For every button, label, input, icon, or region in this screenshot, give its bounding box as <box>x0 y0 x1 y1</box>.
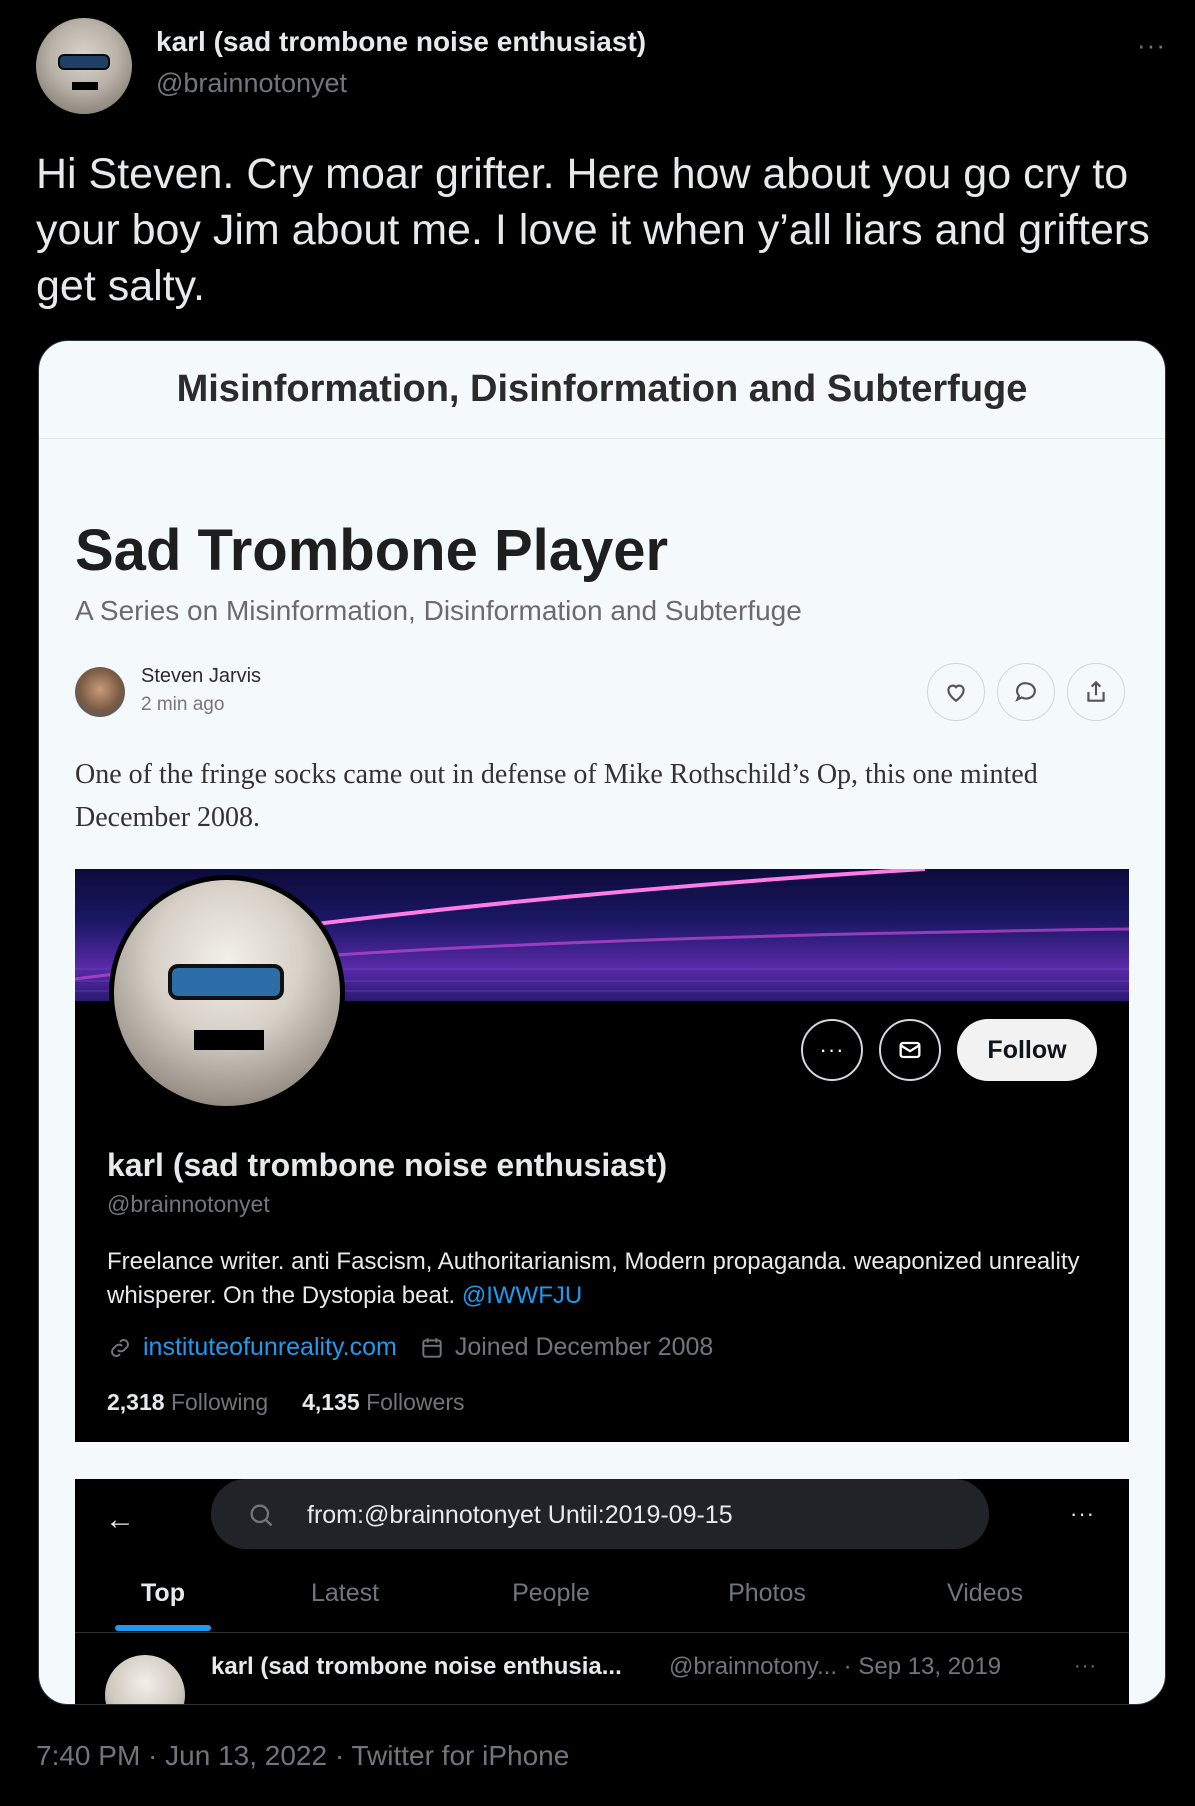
avatar-censor-bar <box>72 82 98 90</box>
publication-title: Misinformation, Disinformation and Subte… <box>176 368 1028 410</box>
search-query: from:@brainnotonyet Until:2019-09-15 <box>307 1501 733 1529</box>
article-title: Sad Trombone Player <box>75 518 669 583</box>
avatar-glasses <box>58 54 110 70</box>
following-label: Following <box>170 1389 269 1415</box>
tab-photos: Photos <box>728 1579 806 1607</box>
search-tabs: Top Latest People Photos Videos <box>75 1569 1129 1633</box>
article-author-avatar <box>75 667 125 717</box>
search-result-row: karl (sad trombone noise enthusia... @br… <box>75 1643 1129 1704</box>
followers-stat: 4,135 Followers <box>302 1389 464 1416</box>
message-icon <box>879 1019 941 1081</box>
author-display-name[interactable]: karl (sad trombone noise enthusiast) <box>156 26 646 58</box>
tweet-text: Hi Steven. Cry moar grifter. Here how ab… <box>36 150 1150 310</box>
link-icon <box>111 1338 129 1357</box>
profile-name: karl (sad trombone noise enthusiast) <box>107 1147 668 1183</box>
author-handle[interactable]: @brainnotonyet <box>156 68 347 99</box>
share-icon <box>1067 663 1125 721</box>
profile-joined: Joined December 2008 <box>454 1333 714 1361</box>
following-stat: 2,318 Following <box>107 1389 268 1416</box>
tweet-header: karl (sad trombone noise enthusiast) @br… <box>36 18 1166 118</box>
article-actions <box>927 663 1125 721</box>
followers-count: 4,135 <box>302 1389 360 1415</box>
article-author-name: Steven Jarvis <box>141 665 262 687</box>
profile-meta: instituteofunreality.com Joined December… <box>107 1333 713 1362</box>
tab-latest: Latest <box>310 1579 380 1607</box>
result-meta: @brainnotony... · Sep 13, 2019 <box>669 1653 1002 1680</box>
search-icon <box>250 1504 273 1527</box>
profile-bio-mention: @IWWFJU <box>461 1282 583 1309</box>
profile-website: instituteofunreality.com <box>143 1333 397 1361</box>
article-subtitle: A Series on Misinformation, Disinformati… <box>75 595 802 626</box>
profile-avatar-glasses <box>168 964 284 1000</box>
publication-header: Misinformation, Disinformation and Subte… <box>39 341 1165 439</box>
profile-stats: 2,318 Following 4,135 Followers <box>107 1389 464 1416</box>
comment-icon <box>997 663 1055 721</box>
following-count: 2,318 <box>107 1389 165 1415</box>
followers-label: Followers <box>366 1389 465 1415</box>
like-icon <box>927 663 985 721</box>
tab-videos: Videos <box>947 1579 1023 1607</box>
tab-people: People <box>512 1579 590 1607</box>
profile-bio: Freelance writer. anti Fascism, Authorit… <box>107 1245 1097 1313</box>
calendar-icon <box>422 1337 442 1358</box>
embedded-search-screenshot: ← from:@brainnotonyet Until:2019-09-15 ·… <box>75 1479 1129 1704</box>
result-name: karl (sad trombone noise enthusia... <box>211 1653 622 1680</box>
article-time: 2 min ago <box>141 694 225 715</box>
more-options-icon[interactable]: ··· <box>1137 30 1166 61</box>
result-avatar <box>105 1655 185 1704</box>
active-tab-indicator <box>115 1625 211 1631</box>
article-body: One of the fringe socks came out in defe… <box>75 759 1038 833</box>
result-more-icon: ··· <box>1074 1655 1097 1677</box>
profile-avatar <box>109 875 345 1111</box>
profile-more-icon: ··· <box>801 1019 863 1081</box>
search-more-icon: ··· <box>1070 1501 1095 1526</box>
search-box: from:@brainnotonyet Until:2019-09-15 <box>211 1479 989 1549</box>
tweet-timestamp[interactable]: 7:40 PM · Jun 13, 2022 · Twitter for iPh… <box>36 1740 569 1772</box>
author-avatar[interactable] <box>36 18 132 114</box>
follow-button: Follow <box>957 1019 1097 1081</box>
profile-handle: @brainnotonyet <box>107 1191 270 1217</box>
profile-bio-text: Freelance writer. anti Fascism, Authorit… <box>107 1248 1080 1309</box>
profile-avatar-censor-bar <box>194 1030 264 1050</box>
back-arrow-icon: ← <box>105 1503 135 1536</box>
tweet-media-image[interactable]: Misinformation, Disinformation and Subte… <box>38 340 1166 1705</box>
tab-top: Top <box>141 1579 185 1607</box>
embedded-profile-screenshot: ··· Follow karl (sad trombone noise enth… <box>75 869 1129 1442</box>
